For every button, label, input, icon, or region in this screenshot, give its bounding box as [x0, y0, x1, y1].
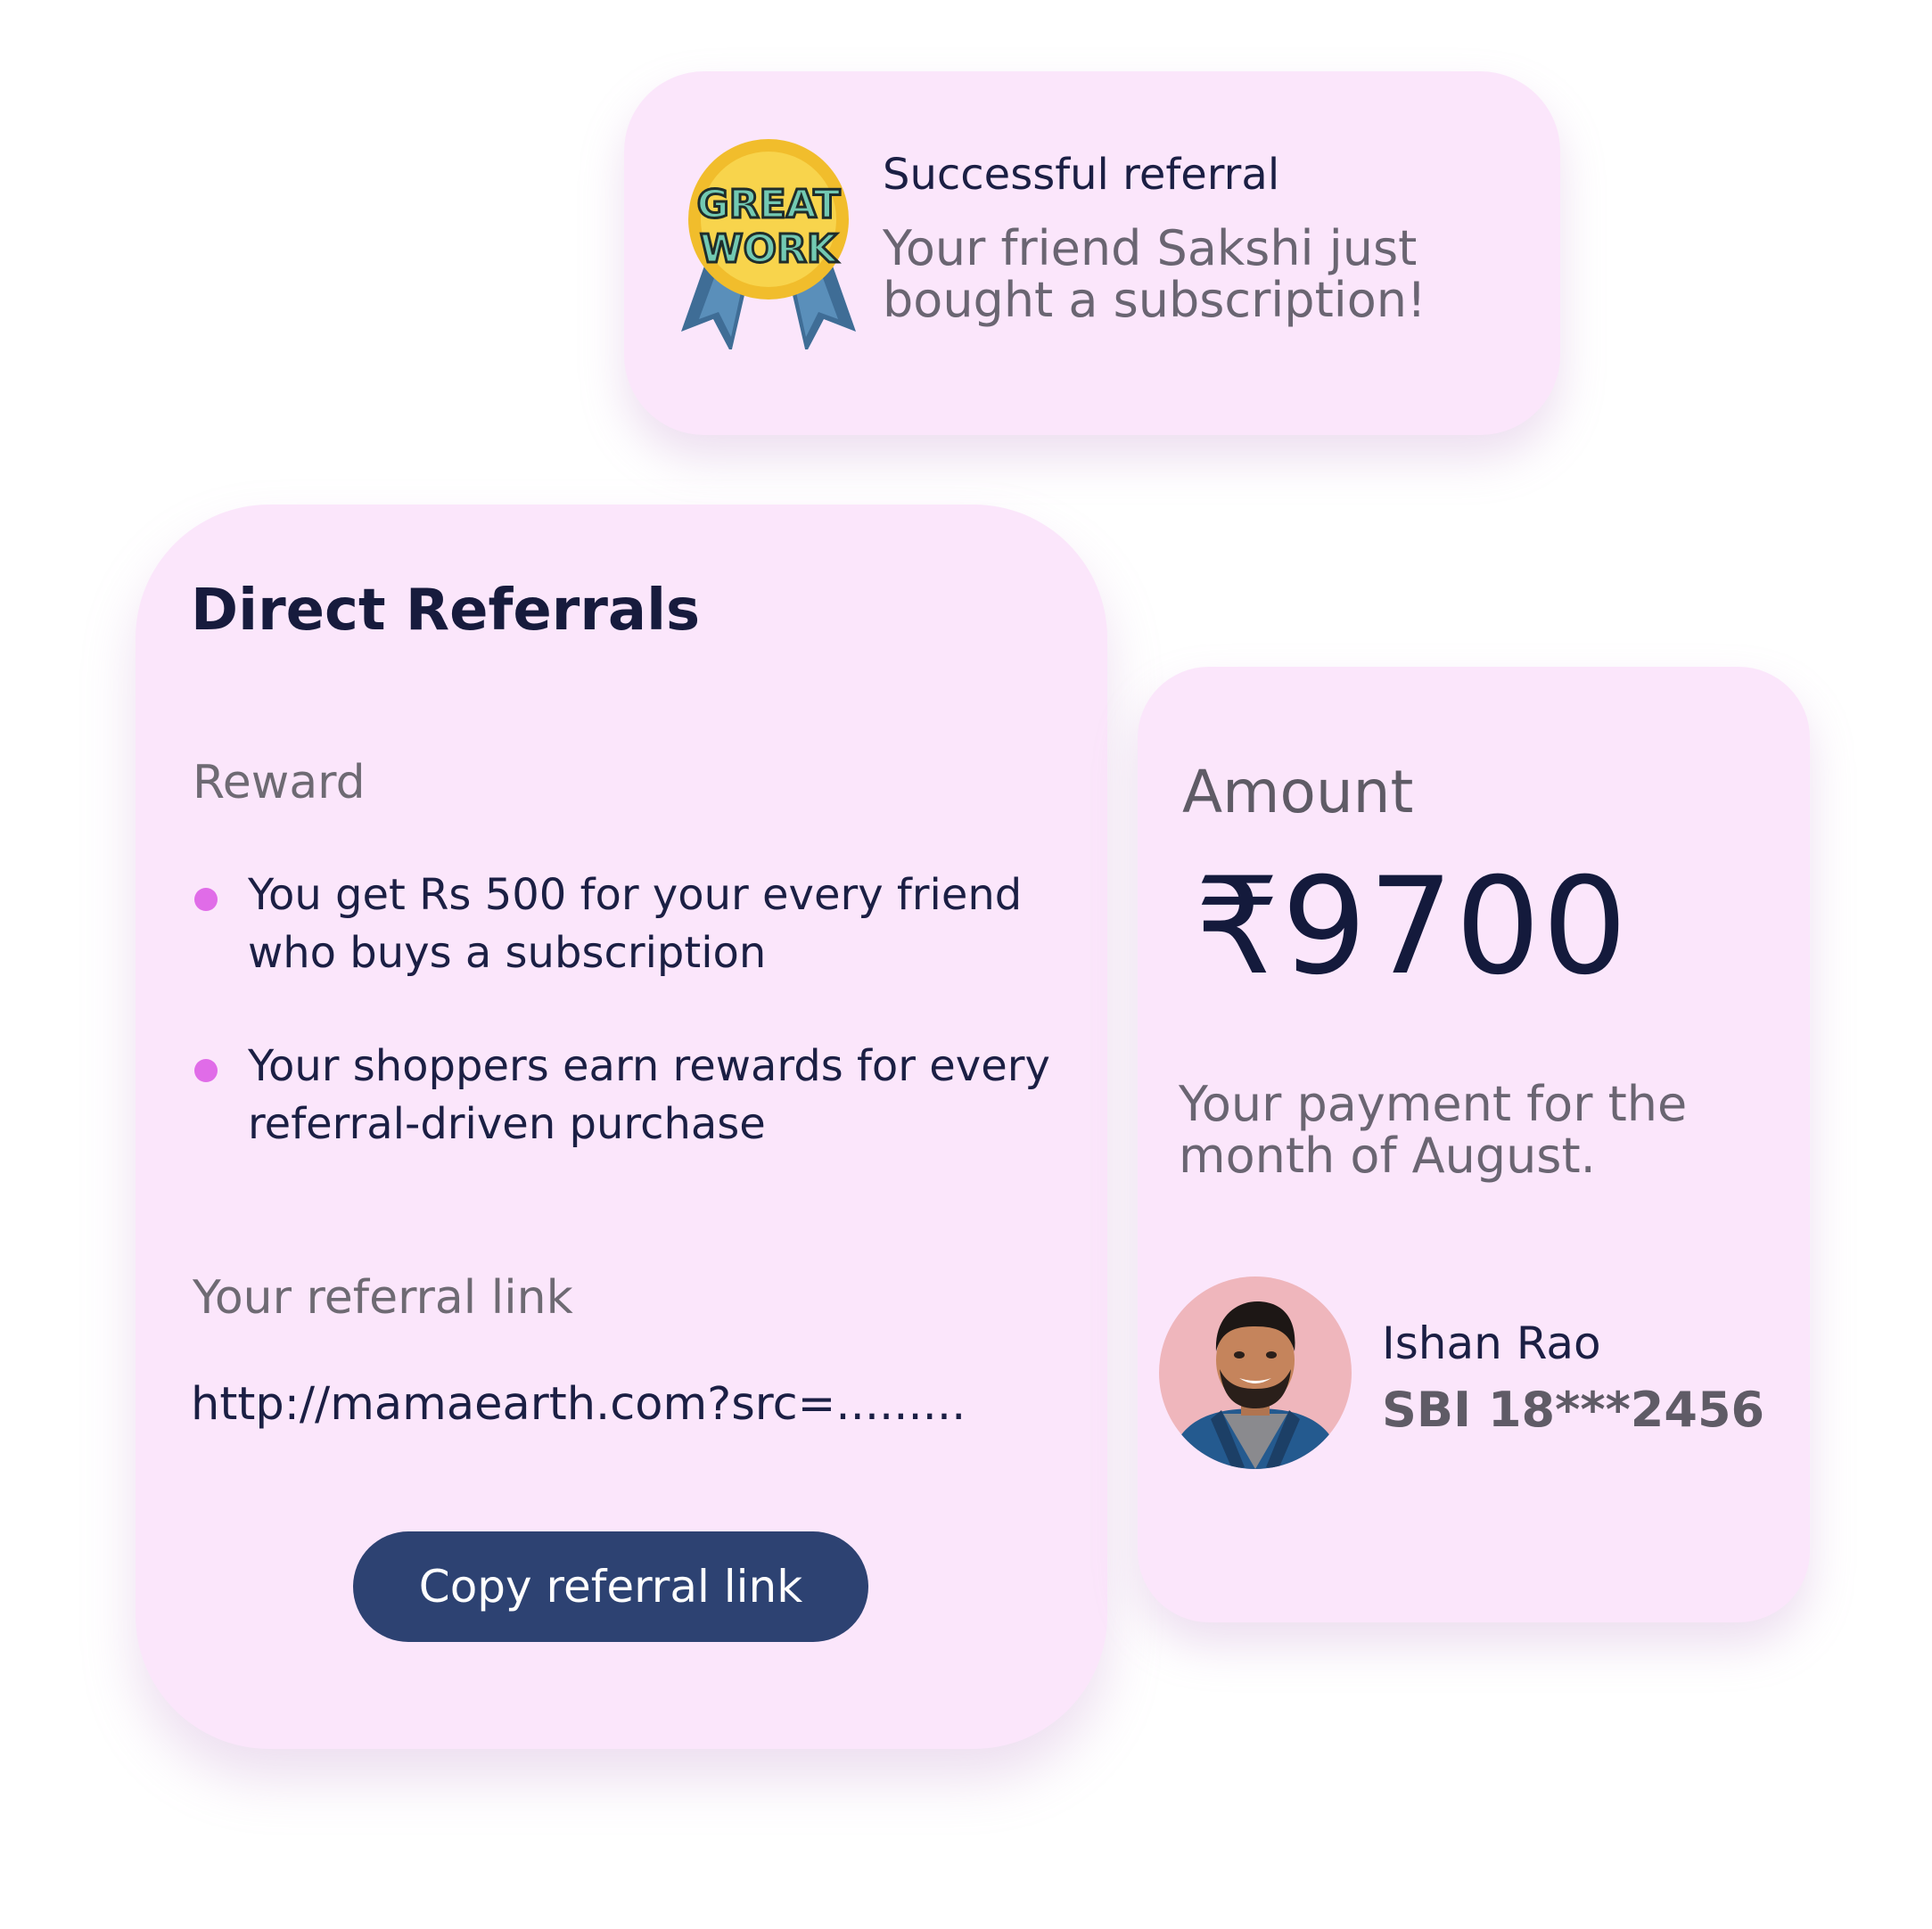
amount-label: Amount	[1182, 758, 1414, 826]
reward-label: Reward	[193, 756, 366, 809]
bank-account-number: SBI 18***2456	[1382, 1382, 1765, 1438]
user-avatar	[1159, 1276, 1352, 1469]
notification-message: Your friend Sakshi just bought a subscri…	[883, 220, 1426, 328]
user-avatar-image	[1159, 1276, 1352, 1469]
referral-dashboard: GREAT WORK Successful referral Your frie…	[0, 0, 1932, 1929]
bullet-dot-icon	[194, 1059, 218, 1082]
referral-link-value[interactable]: http://mamaearth.com?src=.........	[191, 1378, 966, 1431]
reward-item-text: You get Rs 500 for your every friend who…	[248, 870, 1023, 978]
svg-text:GREAT: GREAT	[697, 182, 841, 227]
great-work-medal-icon: GREAT WORK	[681, 139, 856, 349]
amount-description: Your payment for the month of August.	[1179, 1076, 1688, 1184]
reward-item-text: Your shoppers earn rewards for every ref…	[248, 1041, 1050, 1149]
referral-link-label: Your referral link	[193, 1271, 573, 1325]
direct-referrals-title: Direct Referrals	[191, 578, 701, 644]
bullet-dot-icon	[194, 888, 218, 911]
copy-referral-link-button[interactable]: Copy referral link	[353, 1531, 868, 1642]
notification-title: Successful referral	[883, 150, 1280, 200]
amount-value: ₹9700	[1195, 850, 1630, 1005]
svg-text:WORK: WORK	[700, 226, 839, 272]
account-holder-name: Ishan Rao	[1382, 1317, 1601, 1369]
